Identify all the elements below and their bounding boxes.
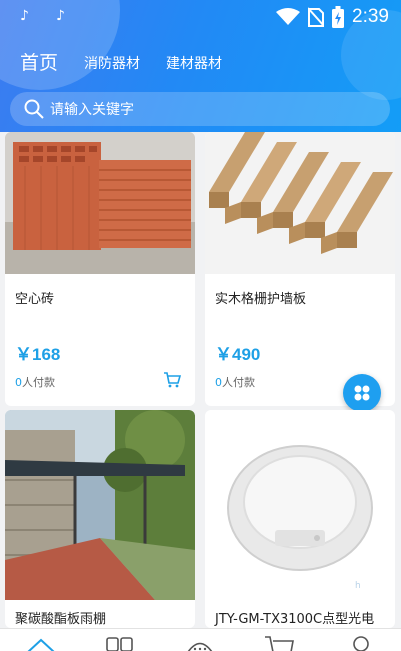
- product-title: 聚碳酸酯板雨棚: [15, 612, 107, 627]
- svg-text:h: h: [355, 581, 361, 591]
- product-image: [5, 410, 195, 600]
- paid-count: 0人付款: [215, 376, 255, 389]
- battery-icon: [332, 6, 345, 28]
- category-tabs: 首页 消防器材 建材器材: [20, 48, 222, 75]
- no-sim-icon: [308, 7, 325, 27]
- product-card[interactable]: 聚碳酸酯板雨棚: [5, 410, 195, 628]
- product-card[interactable]: 实木格栅护墙板 ￥490 0人付款: [205, 132, 395, 406]
- product-title: 空心砖: [15, 292, 55, 307]
- product-image: [5, 132, 195, 274]
- tab-building-materials[interactable]: 建材器材: [166, 53, 222, 75]
- product-image: h: [205, 410, 395, 600]
- status-bar: ♪ ♪ 2:39: [0, 0, 401, 36]
- message-icon[interactable]: [186, 635, 214, 651]
- tiktok-icon: ♪: [56, 8, 65, 24]
- search-icon: [24, 99, 44, 119]
- header: ♪ ♪ 2:39 首页 消防器材 建材器材 请输入关键字: [0, 0, 401, 132]
- product-price: ￥168: [15, 345, 61, 364]
- product-title: JTY-GM-TX3100C点型光电: [215, 612, 375, 627]
- status-time: 2:39: [352, 6, 389, 27]
- product-card[interactable]: 空心砖 ￥168 0人付款: [5, 132, 195, 406]
- product-card[interactable]: h JTY-GM-TX3100C点型光电: [205, 410, 395, 628]
- search-placeholder: 请输入关键字: [50, 102, 134, 118]
- paid-count: 0人付款: [15, 376, 55, 389]
- wifi-icon: [276, 8, 301, 25]
- product-price: ￥490: [215, 345, 261, 364]
- tab-fire-equipment[interactable]: 消防器材: [84, 53, 140, 75]
- profile-icon[interactable]: [348, 635, 374, 651]
- product-title: 实木格栅护墙板: [215, 292, 307, 307]
- cart-icon[interactable]: [163, 372, 181, 388]
- category-icon[interactable]: [106, 635, 134, 651]
- grid-icon: [354, 385, 370, 401]
- cart-nav-icon[interactable]: [264, 635, 294, 651]
- product-image: [205, 132, 395, 274]
- tab-home[interactable]: 首页: [20, 48, 58, 75]
- menu-fab-button[interactable]: [343, 374, 381, 412]
- bottom-nav: [0, 628, 401, 651]
- home-icon[interactable]: [26, 635, 56, 651]
- tiktok-icon: ♪: [20, 8, 29, 24]
- search-input[interactable]: 请输入关键字: [10, 92, 390, 126]
